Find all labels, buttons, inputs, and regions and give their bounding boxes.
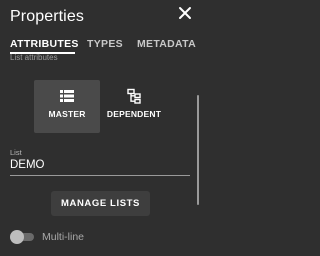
hierarchy-icon	[126, 88, 142, 104]
dependent-type-button[interactable]: DEPENDENT	[101, 80, 167, 133]
toggle-knob	[10, 230, 24, 244]
scrollbar[interactable]	[197, 95, 199, 205]
tab-metadata[interactable]: METADATA	[137, 38, 196, 50]
dependent-type-label: DEPENDENT	[106, 109, 162, 119]
list-field-value[interactable]: DEMO	[10, 159, 45, 171]
panel-header: Properties	[0, 0, 200, 30]
manage-lists-button[interactable]: MANAGE LISTS	[51, 191, 150, 216]
list-icon	[59, 88, 75, 104]
master-type-button[interactable]: MASTER	[34, 80, 100, 133]
panel-title: Properties	[10, 8, 84, 25]
tab-types[interactable]: TYPES	[87, 38, 123, 50]
section-label: List attributes	[10, 53, 58, 62]
list-field-underline	[10, 175, 190, 176]
master-type-label: MASTER	[48, 109, 86, 119]
close-icon[interactable]	[178, 6, 192, 20]
list-field-label: List	[10, 148, 22, 157]
multiline-toggle-label: Multi-line	[42, 231, 85, 243]
multiline-toggle[interactable]	[10, 230, 36, 244]
tab-attributes[interactable]: ATTRIBUTES	[10, 38, 79, 50]
